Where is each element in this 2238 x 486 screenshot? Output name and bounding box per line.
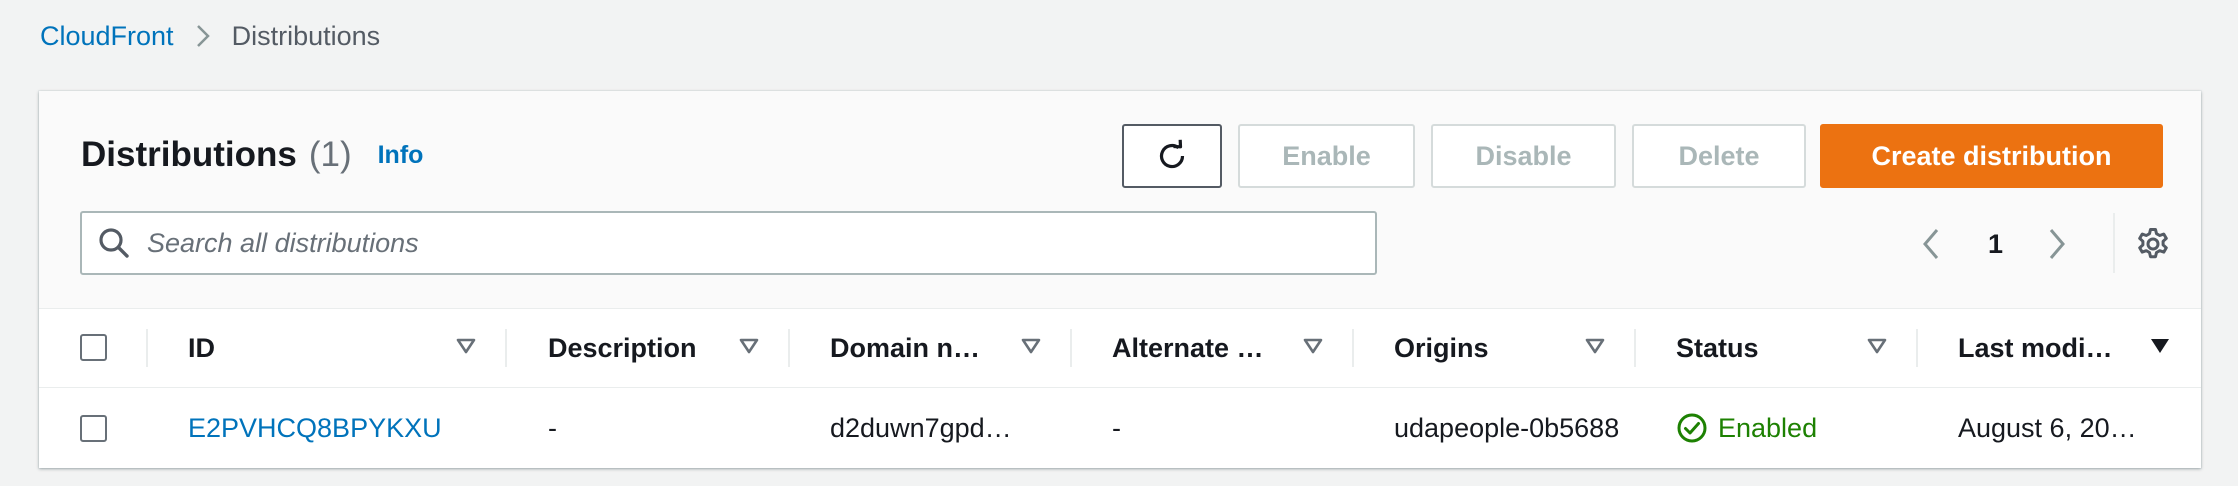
chevron-left-icon xyxy=(1921,227,1941,261)
table-header: ID Description Domain n… Alternate … Ori… xyxy=(39,309,2201,388)
breadcrumb-current: Distributions xyxy=(231,20,381,51)
sort-icon[interactable] xyxy=(1866,335,1888,357)
search-icon xyxy=(97,226,131,260)
column-header-id[interactable]: ID xyxy=(188,309,215,387)
sort-descending-icon[interactable] xyxy=(2149,335,2171,357)
status-text: Enabled xyxy=(1718,412,1818,443)
cell-domain-name: d2duwn7gpd… xyxy=(830,412,1012,443)
cell-origins: udapeople-0b5688 xyxy=(1394,412,1620,443)
cell-description: - xyxy=(548,412,557,443)
breadcrumb-cloudfront-link[interactable]: CloudFront xyxy=(40,21,174,52)
select-all-checkbox[interactable] xyxy=(80,334,107,361)
sort-icon[interactable] xyxy=(738,335,760,357)
row-checkbox[interactable] xyxy=(80,415,107,442)
pager-divider xyxy=(2113,213,2115,273)
column-divider xyxy=(146,329,148,367)
column-header-description[interactable]: Description xyxy=(548,309,697,387)
chevron-right-icon xyxy=(196,24,210,48)
sort-icon[interactable] xyxy=(1020,335,1042,357)
search-box xyxy=(80,211,1377,275)
refresh-icon xyxy=(1154,138,1190,174)
disable-button[interactable]: Disable xyxy=(1431,124,1616,188)
column-header-last-modified[interactable]: Last modi… xyxy=(1958,309,2113,387)
search-input[interactable] xyxy=(145,226,1329,260)
page-title: Distributions (1) Info xyxy=(81,131,423,179)
column-divider xyxy=(1070,329,1072,367)
sort-icon[interactable] xyxy=(1584,335,1606,357)
column-header-status[interactable]: Status xyxy=(1676,309,1759,387)
column-divider xyxy=(1634,329,1636,367)
table-row[interactable]: E2PVHCQ8BPYKXU - d2duwn7gpd… - udapeople… xyxy=(39,388,2201,468)
column-divider xyxy=(1352,329,1354,367)
page-title-text: Distributions xyxy=(81,135,297,174)
column-divider xyxy=(1916,329,1918,367)
create-distribution-button[interactable]: Create distribution xyxy=(1820,124,2163,188)
delete-button[interactable]: Delete xyxy=(1632,124,1806,188)
distribution-count: (1) xyxy=(308,135,352,174)
preferences-button[interactable] xyxy=(2135,220,2171,268)
status-badge: Enabled xyxy=(1676,388,1817,468)
cell-alternate-domain: - xyxy=(1112,412,1121,443)
chevron-right-icon xyxy=(2047,227,2067,261)
sort-icon[interactable] xyxy=(455,335,477,357)
breadcrumb: CloudFront Distributions xyxy=(40,16,380,56)
info-link[interactable]: Info xyxy=(378,141,424,170)
column-header-alternate-domain[interactable]: Alternate … xyxy=(1112,309,1264,387)
cell-last-modified: August 6, 20… xyxy=(1958,412,2137,443)
column-header-origins[interactable]: Origins xyxy=(1394,309,1489,387)
column-divider xyxy=(505,329,507,367)
distributions-panel: Distributions (1) Info Enable Disable De… xyxy=(39,91,2201,468)
enable-button[interactable]: Enable xyxy=(1238,124,1415,188)
page-number[interactable]: 1 xyxy=(1988,220,2003,268)
column-divider xyxy=(788,329,790,367)
panel-header: Distributions (1) Info Enable Disable De… xyxy=(39,91,2201,309)
next-page-button[interactable] xyxy=(2047,220,2067,268)
column-header-domain-name[interactable]: Domain n… xyxy=(830,309,980,387)
sort-icon[interactable] xyxy=(1302,335,1324,357)
previous-page-button[interactable] xyxy=(1921,220,1941,268)
check-circle-icon xyxy=(1676,412,1708,444)
distribution-id-link[interactable]: E2PVHCQ8BPYKXU xyxy=(188,388,442,468)
gear-icon xyxy=(2135,226,2171,262)
refresh-button[interactable] xyxy=(1122,124,1222,188)
